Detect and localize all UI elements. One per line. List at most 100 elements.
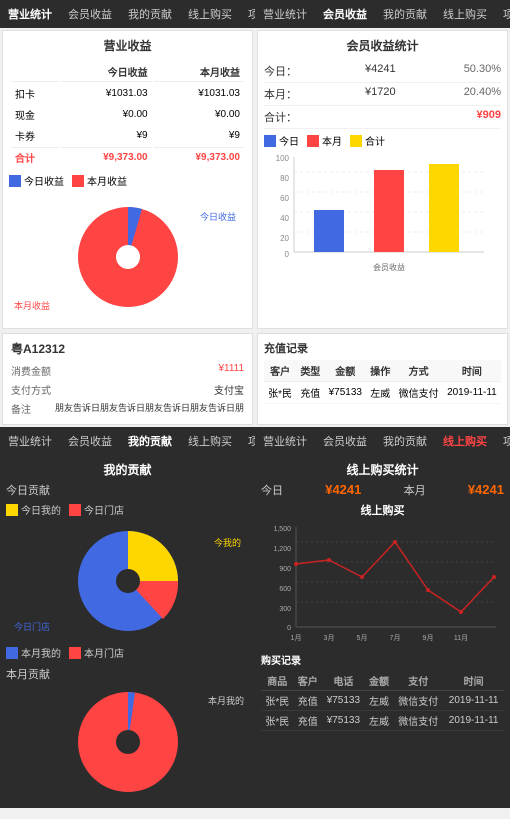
- svg-text:1,500: 1,500: [273, 526, 291, 533]
- online-panel: 线上购买统计 今日 ¥4241 本月 ¥4241 线上购买 1,500 1,20…: [255, 455, 510, 808]
- recharge-panel: 充值记录 客户 类型 金额 操作 方式 时间 张*民 充值 ¥75133 左威: [257, 333, 508, 425]
- card-info-panel: 粤A12312 消费金额 ¥1111 支付方式 支付宝 备注 朋友告诉日朋友告诉…: [2, 333, 253, 425]
- legend-month: 本月收益: [72, 173, 127, 188]
- revenue-pie-chart: 本月收益 今日收益: [9, 192, 246, 322]
- nav3-item-3[interactable]: 线上购买: [180, 431, 240, 451]
- contribution-legend-month: 本月我的 本月门店: [6, 645, 249, 660]
- nav1-item-0[interactable]: 营业统计: [0, 4, 60, 24]
- member-bar-chart: 100 80 60 40 20 0 会员收益: [264, 152, 501, 282]
- nav3-item-1[interactable]: 会员收益: [60, 431, 120, 451]
- nav4-item-3[interactable]: 线上购买: [435, 431, 495, 451]
- nav2-item-0[interactable]: 营业统计: [255, 4, 315, 24]
- recharge-title: 充值记录: [264, 340, 501, 356]
- online-chart-title: 线上购买: [261, 502, 504, 518]
- legend-member-today: 今日: [264, 133, 299, 148]
- svg-text:7月: 7月: [390, 634, 401, 642]
- legend-contrib-my: 今日我的: [6, 502, 61, 517]
- info-row-1: 支付方式 支付宝: [11, 380, 244, 399]
- pie-month-my-label: 本月我的: [208, 694, 244, 707]
- member-stats-block: 今日： ¥4241 50.30% 本月： ¥1720 20.40% 合计： ¥9…: [264, 60, 501, 129]
- legend-month-dot: [72, 175, 84, 187]
- svg-text:900: 900: [279, 566, 291, 573]
- nav2-item-4[interactable]: 项目: [495, 4, 510, 24]
- legend-member-total-dot: [350, 135, 362, 147]
- purchase-title: 购买记录: [261, 652, 504, 667]
- online-today-row: 今日 ¥4241 本月 ¥4241: [261, 482, 504, 498]
- contribution-month-label: 本月贡献: [6, 666, 249, 682]
- card-id: 粤A12312: [11, 340, 244, 357]
- nav4-item-2[interactable]: 我的贡献: [375, 431, 435, 451]
- svg-text:5月: 5月: [357, 634, 368, 642]
- contribution-today-pie: 今我的 今日门店: [6, 521, 249, 641]
- nav2-item-1[interactable]: 会员收益: [315, 4, 375, 24]
- member-month-row: 本月： ¥1720 20.40%: [264, 83, 501, 106]
- nav1-item-4[interactable]: 项目: [240, 4, 255, 24]
- revenue-row-0: 扣卡 ¥1031.03 ¥1031.03: [11, 84, 244, 103]
- recharge-row-0: 张*民 充值 ¥75133 左威 微信支付 2019-11-11: [264, 382, 501, 404]
- nav4-item-1[interactable]: 会员收益: [315, 431, 375, 451]
- svg-text:100: 100: [276, 154, 290, 163]
- nav1-item-1[interactable]: 会员收益: [60, 4, 120, 24]
- svg-text:1,200: 1,200: [273, 546, 291, 553]
- svg-text:1月: 1月: [291, 634, 302, 642]
- nav2-item-2[interactable]: 我的贡献: [375, 4, 435, 24]
- svg-text:11月: 11月: [454, 634, 468, 642]
- revenue-table: 今日收益 本月收益 扣卡 ¥1031.03 ¥1031.03 现金 ¥0.00 …: [9, 60, 246, 169]
- legend-member-total: 合计: [350, 133, 385, 148]
- legend-contrib-month-my: 本月我的: [6, 645, 61, 660]
- nav2-item-3[interactable]: 线上购买: [435, 4, 495, 24]
- revenue-row-1: 现金 ¥0.00 ¥0.00: [11, 105, 244, 124]
- member-panel: 会员收益统计 今日： ¥4241 50.30% 本月： ¥1720 20.40%…: [257, 30, 508, 329]
- info-row-2: 备注 朋友告诉日朋友告诉日朋友告诉日朋友告诉日朋: [11, 399, 244, 418]
- legend-today: 今日收益: [9, 173, 64, 188]
- svg-text:0: 0: [287, 625, 291, 632]
- legend-member-month-dot: [307, 135, 319, 147]
- legend-contrib-my-dot: [6, 504, 18, 516]
- pie-today-shop-label: 今日门店: [14, 620, 50, 633]
- revenue-row-2: 卡券 ¥9 ¥9: [11, 126, 244, 145]
- svg-text:40: 40: [280, 214, 289, 223]
- legend-member-today-dot: [264, 135, 276, 147]
- nav-bar-1: 营业统计 会员收益 我的贡献 线上购买 项目: [0, 0, 255, 28]
- purchase-row-1: 张*民 充值 ¥75133 左威 微信支付 2019-11-11: [261, 711, 504, 731]
- revenue-total-row: 合计 ¥9,373.00 ¥9,373.00: [11, 147, 244, 167]
- contribution-legend-today: 今日我的 今日门店: [6, 502, 249, 517]
- member-today-row: 今日： ¥4241 50.30%: [264, 60, 501, 83]
- svg-text:20: 20: [280, 234, 289, 243]
- bottom-row: 我的贡献 今日贡献 今日我的 今日门店 今我的: [0, 455, 510, 808]
- nav-bar-2: 营业统计 会员收益 我的贡献 线上购买 项目: [255, 0, 510, 28]
- nav3-item-0[interactable]: 营业统计: [0, 431, 60, 451]
- pie-today-label: 今日收益: [200, 210, 236, 223]
- nav4-item-0[interactable]: 营业统计: [255, 431, 315, 451]
- revenue-legend: 今日收益 本月收益: [9, 173, 246, 188]
- member-legend: 今日 本月 合计: [264, 133, 501, 148]
- nav4-item-4[interactable]: 项目: [495, 431, 510, 451]
- legend-contrib-month-my-dot: [6, 647, 18, 659]
- revenue-title: 营业收益: [9, 37, 246, 54]
- online-title: 线上购买统计: [261, 461, 504, 478]
- member-total-row: 合计： ¥909: [264, 106, 501, 129]
- legend-today-dot: [9, 175, 21, 187]
- recharge-table: 客户 类型 金额 操作 方式 时间 张*民 充值 ¥75133 左威 微信支付 …: [264, 360, 501, 404]
- nav3-item-2[interactable]: 我的贡献: [120, 431, 180, 451]
- svg-text:9月: 9月: [423, 634, 434, 642]
- legend-contrib-month-shop: 本月门店: [69, 645, 124, 660]
- svg-text:600: 600: [279, 586, 291, 593]
- purchase-table: 商品 客户 电话 金额 支付 时间 张*民 充值 ¥75133 左威 微信支付 …: [261, 671, 504, 731]
- info-row-0: 消费金额 ¥1111: [11, 361, 244, 380]
- legend-member-month: 本月: [307, 133, 342, 148]
- contribution-month-pie: 本月我的: [6, 682, 249, 802]
- pie-today-my-label: 今我的: [214, 536, 241, 549]
- nav3-item-4[interactable]: 项目: [240, 431, 255, 451]
- pie-month-label: 本月收益: [14, 299, 50, 312]
- online-line-chart: 1,500 1,200 900 600 300 0: [261, 522, 504, 652]
- nav1-item-2[interactable]: 我的贡献: [120, 4, 180, 24]
- svg-text:0: 0: [285, 250, 290, 259]
- svg-text:会员收益: 会员收益: [373, 262, 405, 272]
- legend-contrib-shop-dot: [69, 504, 81, 516]
- legend-contrib-shop: 今日门店: [69, 502, 124, 517]
- member-title: 会员收益统计: [264, 37, 501, 54]
- legend-contrib-month-shop-dot: [69, 647, 81, 659]
- nav1-item-3[interactable]: 线上购买: [180, 4, 240, 24]
- revenue-panel: 营业收益 今日收益 本月收益 扣卡 ¥1031.03 ¥1031.03 现金 ¥…: [2, 30, 253, 329]
